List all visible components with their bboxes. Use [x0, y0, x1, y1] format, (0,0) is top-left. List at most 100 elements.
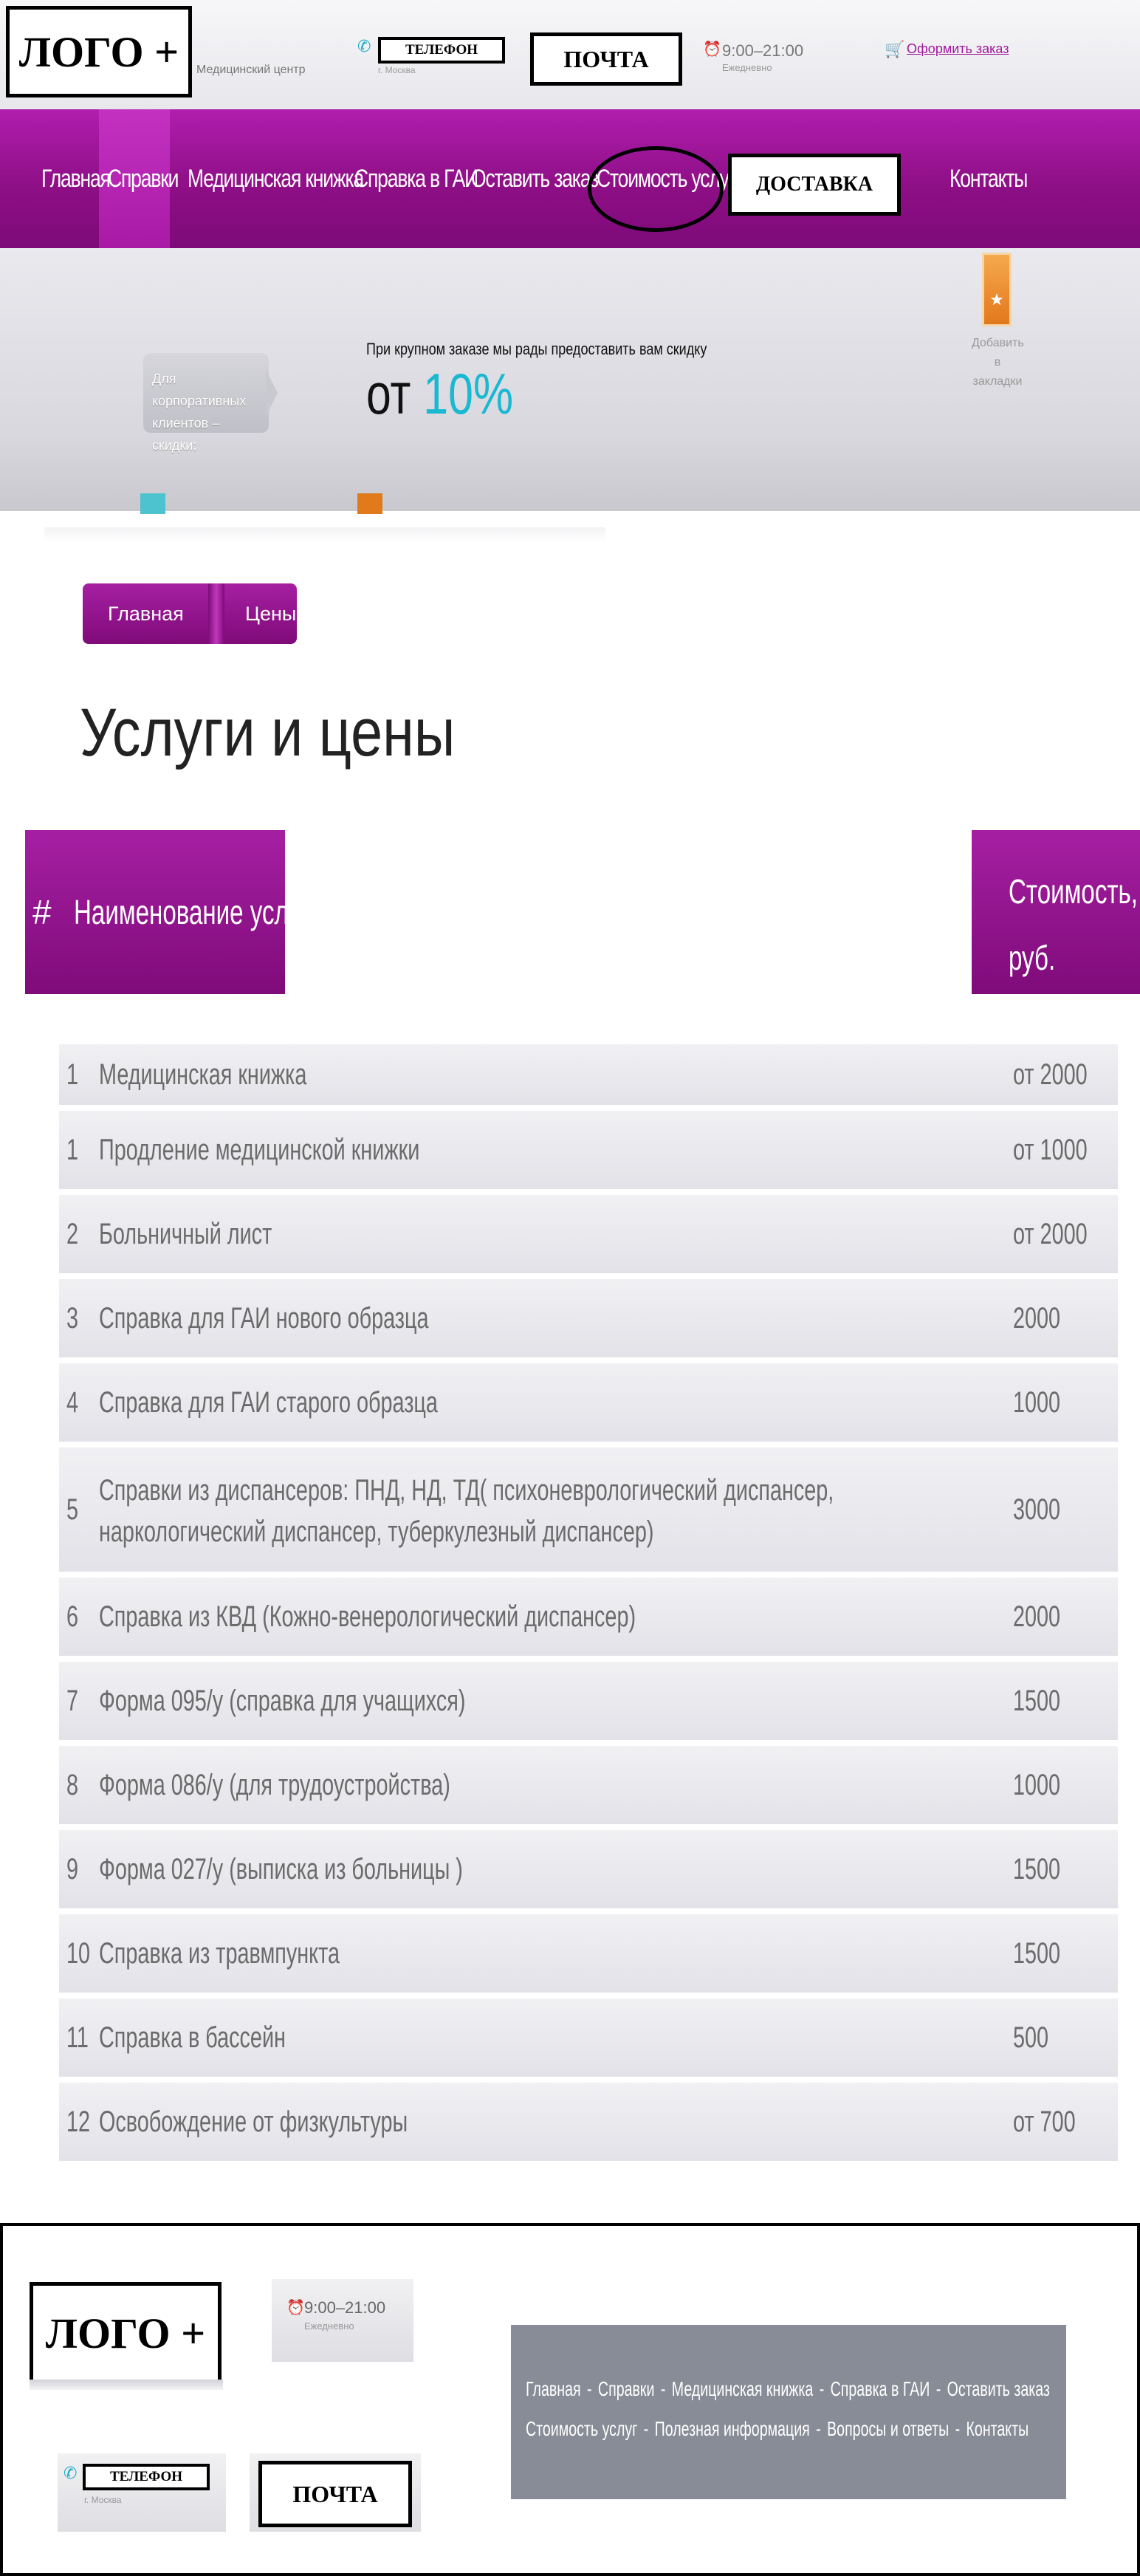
footer-menu-link[interactable]: Полезная информация [655, 2417, 810, 2440]
footer-menu-separator: - [643, 2417, 649, 2440]
footer-menu-link[interactable]: Справка в ГАИ [831, 2377, 930, 2400]
banner-text: При крупном заказе мы рады предоставить … [366, 340, 707, 358]
row-service-name: Справка для ГАИ нового образца [99, 1302, 429, 1335]
row-price: 3000 [1013, 1493, 1061, 1526]
table-row: 1 Продление медицинской книжки от 1000 [59, 1111, 1118, 1192]
row-number: 6 [66, 1600, 79, 1633]
row-service-name: Справка из травмпункта [99, 1937, 340, 1970]
table-row: 4 Справка для ГАИ старого образца 1000 [59, 1363, 1118, 1445]
table-row: 12 Освобождение от физкультуры от 700 [59, 2083, 1118, 2164]
footer-logo-shadow [30, 2380, 223, 2390]
row-number: 12 [66, 2106, 91, 2138]
row-service-name: Справка для ГАИ старого образца [99, 1386, 438, 1419]
banner-discount-value: 10% [423, 361, 514, 426]
footer-menu-separator: - [816, 2417, 821, 2440]
row-price: от 2000 [1013, 1218, 1088, 1250]
order-link[interactable]: Оформить заказ [907, 41, 1009, 57]
header-city: г. Москва [378, 65, 416, 75]
table-row: 8 Форма 086/у (для трудоустройства) 1000 [59, 1746, 1118, 1827]
breadcrumb: Главная Цены [83, 583, 297, 644]
nav-item-gai[interactable]: Справка в ГАИ [354, 109, 478, 248]
nav-item-home[interactable]: Главная [41, 109, 111, 248]
row-price: от 1000 [1013, 1134, 1088, 1166]
row-number: 2 [66, 1218, 79, 1250]
table-row: 11 Справка в бассейн 500 [59, 1998, 1118, 2080]
banner-ot: от [366, 361, 411, 426]
row-price: 1500 [1013, 1685, 1061, 1717]
clock-icon: ⏰ [703, 41, 721, 58]
footer-logo[interactable]: ЛОГО + [30, 2282, 222, 2384]
table-row: 9 Форма 027/у (выписка из больницы ) 1500 [59, 1830, 1118, 1911]
nav-item-delivery[interactable]: ДОСТАВКА [728, 154, 901, 216]
footer-menu-link[interactable]: Медицинская книжка [672, 2377, 814, 2400]
row-number: 9 [66, 1853, 79, 1885]
bookmark-icon[interactable]: ★ [982, 253, 1012, 326]
phone-icon: ✆ [357, 37, 371, 55]
row-price: 2000 [1013, 1302, 1061, 1335]
table-header-price-label: Стоимость, руб. [1009, 872, 1139, 977]
row-service-name: Справка из КВД (Кожно-венерологический д… [99, 1600, 636, 1633]
nav-item-order[interactable]: Оставить заказ [471, 109, 599, 248]
logo[interactable]: ЛОГО + [6, 6, 192, 97]
banner-discount: от 10% [366, 360, 513, 428]
footer-city: г. Москва [84, 2495, 122, 2505]
banner-marker-orange [357, 493, 382, 514]
row-service-name: Форма 027/у (выписка из больницы ) [99, 1853, 463, 1885]
footer-menu: Главная - Справки - Медицинская книжка - Справ… [511, 2325, 1066, 2499]
corporate-tag: Для корпоративных клиентов – скидки: [143, 353, 269, 453]
footer-menu-link[interactable]: Оставить заказ [947, 2377, 1050, 2400]
nav-item-contacts[interactable]: Контакты [950, 109, 1028, 248]
corporate-tag-arrow [266, 369, 278, 417]
footer-menu-link[interactable]: Стоимость услуг [526, 2417, 637, 2440]
row-number: 11 [66, 2021, 89, 2054]
header-hours: 9:00–21:00 [722, 41, 804, 60]
row-number: 4 [66, 1386, 79, 1419]
bookmark-label[interactable]: Добавить в закладки [972, 334, 1024, 391]
footer-menu-separator: - [587, 2377, 592, 2400]
nav-item-medical-book[interactable]: Медицинская книжка [188, 109, 364, 248]
row-price: 2000 [1013, 1600, 1061, 1633]
footer-phone[interactable]: ТЕЛЕФОН [83, 2464, 210, 2490]
row-number: 1 [66, 1134, 79, 1166]
row-price: от 700 [1013, 2106, 1076, 2138]
cart-icon[interactable]: 🛒 [885, 40, 904, 59]
footer-mail[interactable]: ПОЧТА [258, 2461, 412, 2527]
row-number: 8 [66, 1769, 79, 1801]
breadcrumb-home[interactable]: Главная [83, 583, 208, 644]
header-mail[interactable]: ПОЧТА [530, 32, 682, 86]
row-number: 1 [66, 1058, 79, 1091]
row-number: 10 [66, 1937, 91, 1970]
row-service-name: Форма 086/у (для трудоустройства) [99, 1769, 450, 1801]
clock-icon: ⏰ [286, 2300, 305, 2316]
footer-menu-link[interactable]: Контакты [966, 2417, 1029, 2440]
row-service-name: Освобождение от физкультуры [99, 2106, 408, 2138]
footer-menu-separator: - [660, 2377, 666, 2400]
footer-menu-link[interactable]: Главная [526, 2377, 581, 2400]
phone-icon: ✆ [63, 2464, 78, 2482]
row-price: 1000 [1013, 1386, 1061, 1419]
footer-menu-separator: - [819, 2377, 825, 2400]
row-service-name: Больничный лист [99, 1218, 272, 1250]
footer-hours-note: Ежедневно [304, 2320, 354, 2332]
footer-menu-line-2: Стоимость услуг - Полезная информация - Вопр… [526, 2409, 1029, 2449]
row-service-name: Форма 095/у (справка для учащихся) [99, 1685, 466, 1717]
row-number: 7 [66, 1685, 79, 1717]
nav-prices-highlight-oval [588, 146, 724, 232]
nav-item-certificates[interactable]: Справки [108, 109, 179, 248]
footer-menu-link[interactable]: Вопросы и ответы [827, 2417, 949, 2440]
table-header-name-label: Наименование услуги [73, 893, 323, 931]
table-row: 2 Больничный лист от 2000 [59, 1195, 1118, 1276]
row-number: 5 [66, 1493, 79, 1526]
row-service-name: Справки из диспансеров: ПНД, НД, ТД( пси… [99, 1474, 834, 1548]
footer-hours: 9:00–21:00 [304, 2298, 386, 2317]
header-phone[interactable]: ТЕЛЕФОН [378, 37, 505, 64]
banner-divider [44, 527, 605, 542]
banner-marker-teal [140, 493, 165, 514]
footer-menu-separator: - [955, 2417, 961, 2440]
table-row: 3 Справка для ГАИ нового образца 2000 [59, 1279, 1118, 1360]
footer-menu-separator: - [935, 2377, 941, 2400]
row-price: 1500 [1013, 1853, 1061, 1885]
footer-menu-link[interactable]: Справки [598, 2377, 655, 2400]
table-row: 6 Справка из КВД (Кожно-венерологический … [59, 1578, 1118, 1659]
table-header-hash: # [32, 893, 52, 931]
